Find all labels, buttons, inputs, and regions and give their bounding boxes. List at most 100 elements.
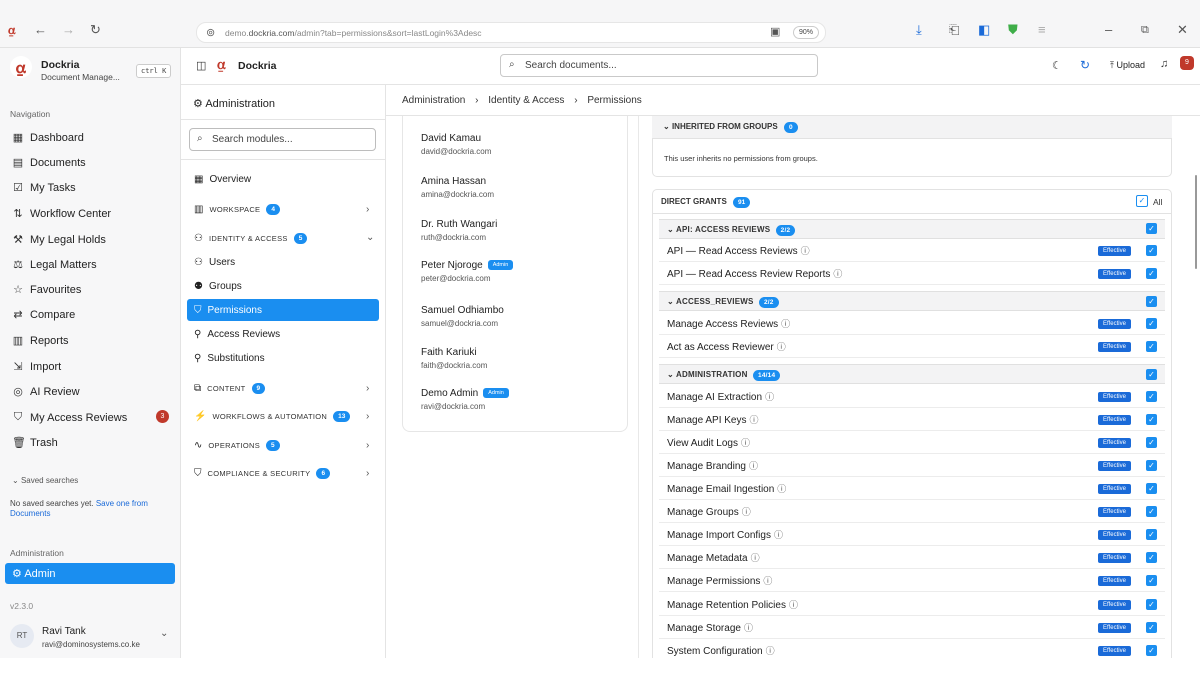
permission-checkbox[interactable]: ✓ [1146,529,1157,540]
nav-item-reports[interactable]: ▥ Reports [12,334,69,348]
nav-item-trash[interactable]: 🗑 Trash [12,436,58,450]
nav-item-compare[interactable]: ⇄ Compare [12,308,75,322]
reload-icon[interactable]: ↻ [90,22,101,38]
permission-checkbox[interactable]: ✓ [1146,599,1157,610]
browser-app-icon[interactable]: ⍶ [8,22,16,38]
nav-item-documents[interactable]: ▤ Documents [12,156,86,170]
nav-item-ai-review[interactable]: ◎ AI Review [12,385,79,399]
document-search-input[interactable]: ⌕ Search documents... [500,54,818,77]
permission-checkbox[interactable]: ✓ [1146,622,1157,633]
info-icon[interactable]: ⓘ [777,484,786,494]
module-section-workspace[interactable]: ▥ WORKSPACE 4 [194,204,280,215]
info-icon[interactable]: ⓘ [765,392,774,402]
permission-checkbox[interactable]: ✓ [1146,437,1157,448]
nav-item-import[interactable]: ⇲ Import [12,360,61,374]
info-icon[interactable]: ⓘ [781,319,790,329]
user-list-item[interactable]: Peter Njoroge Admin peter@dockria.com [421,260,514,283]
info-icon[interactable]: ⓘ [777,342,786,352]
command-palette-shortcut[interactable]: ctrl K [136,64,172,78]
info-icon[interactable]: ⓘ [763,576,772,586]
module-overview[interactable]: ▦ Overview [194,174,251,185]
back-icon[interactable]: ← [34,22,47,38]
user-menu-chevron-icon[interactable]: ⌄ [160,628,168,639]
permission-checkbox[interactable]: ✓ [1146,318,1157,329]
permission-checkbox[interactable]: ✓ [1146,414,1157,425]
info-icon[interactable]: ⓘ [744,623,753,633]
breadcrumb-identity-access[interactable]: Identity & Access [488,95,564,106]
permission-checkbox[interactable]: ✓ [1146,506,1157,517]
permission-checkbox[interactable]: ✓ [1146,483,1157,494]
info-icon[interactable]: ⓘ [801,246,810,256]
module-search-input[interactable]: ⌕ Search modules... [189,128,376,151]
info-icon[interactable]: ⓘ [789,600,798,610]
minimize-icon[interactable]: – [1105,22,1112,38]
info-icon[interactable]: ⓘ [749,461,758,471]
address-bar[interactable]: ⊚ demo.dockria.com/admin?tab=permissions… [196,22,826,43]
info-icon[interactable]: ⓘ [833,269,842,279]
permission-checkbox[interactable]: ✓ [1146,575,1157,586]
user-list-item[interactable]: Amina Hassan amina@dockria.com [421,176,494,199]
close-icon[interactable]: ✕ [1177,22,1188,38]
breadcrumb-administration[interactable]: Administration [402,95,465,106]
nav-item-admin[interactable]: ⚙ Admin [5,563,175,584]
module-section-compliance[interactable]: ⛉ COMPLIANCE & SECURITY 6 [194,468,331,479]
section-header-administration[interactable]: ⌄ ADMINISTRATION 14/14 [659,364,1165,384]
nav-item-my-legal-holds[interactable]: ⚒ My Legal Holds [12,233,106,247]
nav-item-my-tasks[interactable]: ☑ My Tasks [12,181,76,195]
saved-searches-toggle[interactable]: ⌄ Saved searches [12,476,78,485]
info-icon[interactable]: ⓘ [774,530,783,540]
permission-checkbox[interactable]: ✓ [1146,268,1157,279]
module-section-operations[interactable]: ∿ OPERATIONS 5 [194,440,280,451]
extensions-icon[interactable]: ⎗ [949,22,959,38]
upload-button[interactable]: ⤒ Upload [1110,60,1145,71]
avatar[interactable]: RT [10,624,34,648]
module-section-workflows[interactable]: ⚡ WORKFLOWS & AUTOMATION 13 [194,411,351,422]
bell-icon[interactable]: ♫ [1160,58,1168,70]
module-permissions[interactable]: ⛉ Permissions [194,305,262,316]
module-access-reviews[interactable]: ⚲ Access Reviews [194,329,280,340]
scrollbar[interactable] [1195,175,1197,269]
permission-checkbox[interactable]: ✓ [1146,391,1157,402]
section-header-api-access-reviews[interactable]: ⌄ API: ACCESS REVIEWS 2/2 [659,219,1165,239]
zoom-badge[interactable]: 90% [793,26,820,39]
sync-icon[interactable]: ↻ [1080,58,1090,72]
user-list-item[interactable]: Demo Admin Admin ravi@dockria.com [421,388,509,411]
toggle-sidebar-icon[interactable]: ◫ [196,59,206,72]
permission-checkbox[interactable]: ✓ [1146,341,1157,352]
site-info-icon[interactable]: ⊚ [206,26,215,39]
module-users[interactable]: ⚇ Users [194,257,235,268]
info-icon[interactable]: ⓘ [741,438,750,448]
reader-icon[interactable]: ▣ [770,24,780,40]
restore-icon[interactable]: ⧉ [1141,22,1149,38]
nav-item-my-access-reviews[interactable]: ⛉ My Access Reviews [12,411,127,424]
section-checkbox[interactable]: ✓ [1146,369,1157,380]
info-icon[interactable]: ⓘ [750,415,759,425]
permission-checkbox[interactable]: ✓ [1146,645,1157,656]
info-icon[interactable]: ⓘ [751,553,760,563]
section-header-access-reviews[interactable]: ⌄ ACCESS_REVIEWS 2/2 [659,291,1165,311]
user-list-item[interactable]: Faith Kariuki faith@dockria.com [421,347,487,370]
module-groups[interactable]: ⚉ Groups [194,281,242,292]
nav-item-favourites[interactable]: ☆ Favourites [12,283,81,297]
section-checkbox[interactable]: ✓ [1146,296,1157,307]
nav-item-dashboard[interactable]: ▦ Dashboard [12,131,84,145]
permission-checkbox[interactable]: ✓ [1146,460,1157,471]
module-section-identity[interactable]: ⚇ IDENTITY & ACCESS 5 [194,233,308,244]
user-list-item[interactable]: Dr. Ruth Wangari ruth@dockria.com [421,219,497,242]
permission-checkbox[interactable]: ✓ [1146,245,1157,256]
nav-item-workflow-center[interactable]: ⇅ Workflow Center [12,207,111,221]
download-icon[interactable]: ⤓ [916,22,922,38]
info-icon[interactable]: ⓘ [742,507,751,517]
module-section-content[interactable]: ⧉ CONTENT 9 [194,383,266,394]
select-all-checkbox[interactable]: ✓ [1136,195,1148,207]
user-list-item[interactable]: David Kamau david@dockria.com [421,133,491,156]
theme-toggle-icon[interactable]: ☾ [1052,59,1062,72]
extension-icon[interactable]: ◧ [978,22,990,38]
forward-icon[interactable]: → [62,22,75,38]
module-substitutions[interactable]: ⚲ Substitutions [194,353,265,364]
menu-icon[interactable]: ≡ [1038,22,1046,38]
shield-extension-icon[interactable]: ⛊ [1008,22,1018,38]
section-checkbox[interactable]: ✓ [1146,223,1157,234]
permission-checkbox[interactable]: ✓ [1146,552,1157,563]
user-list-item[interactable]: Samuel Odhiambo samuel@dockria.com [421,305,504,328]
